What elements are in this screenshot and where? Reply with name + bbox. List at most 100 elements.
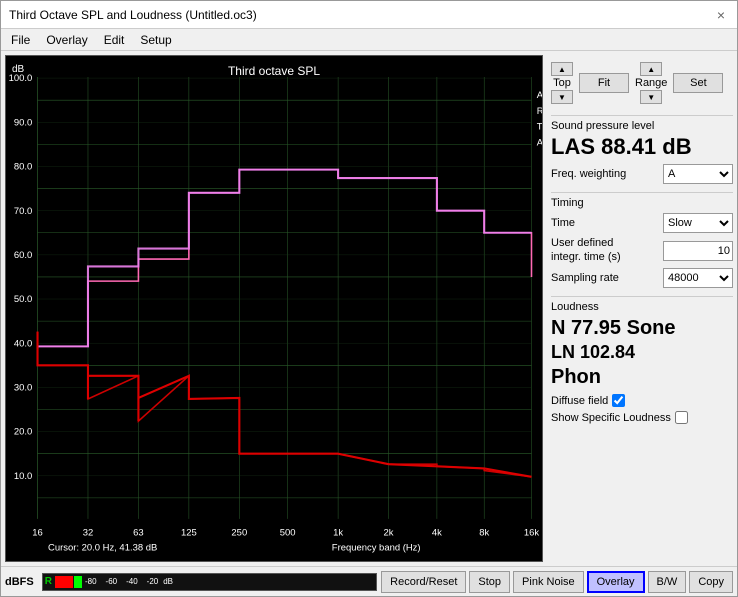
show-specific-row: Show Specific Loudness (551, 411, 733, 424)
chart-area: dB Third octave SPL (5, 55, 543, 562)
set-button[interactable]: Set (673, 73, 723, 93)
freq-weighting-select[interactable]: A B C Z (663, 164, 733, 184)
meter-red-segment (55, 576, 73, 588)
main-window: Third Octave SPL and Loudness (Untitled.… (0, 0, 738, 597)
svg-text:50.0: 50.0 (14, 294, 32, 305)
svg-text:125: 125 (181, 528, 197, 539)
svg-text:Cursor: 20.0 Hz, 41.38 dB: Cursor: 20.0 Hz, 41.38 dB (48, 542, 157, 553)
diffuse-field-row: Diffuse field (551, 394, 733, 407)
svg-text:250: 250 (231, 528, 247, 539)
svg-text:80.0: 80.0 (14, 162, 32, 173)
fit-button[interactable]: Fit (579, 73, 629, 93)
svg-text:32: 32 (83, 528, 94, 539)
range-down-button[interactable]: ▼ (640, 90, 662, 104)
stop-button[interactable]: Stop (469, 571, 510, 593)
close-button[interactable]: × (713, 7, 729, 23)
spl-value: LAS 88.41 dB (551, 134, 733, 160)
user-integr-row: User defined integr. time (s) (551, 237, 733, 263)
svg-text:8k: 8k (479, 528, 489, 539)
spl-section-label: Sound pressure level (551, 120, 733, 132)
svg-text:Frequency band (Hz): Frequency band (Hz) (332, 542, 421, 553)
top-down-button[interactable]: ▼ (551, 90, 573, 104)
freq-weighting-row: Freq. weighting A B C Z (551, 164, 733, 184)
svg-text:40.0: 40.0 (14, 338, 32, 349)
svg-text:2k: 2k (384, 528, 394, 539)
copy-button[interactable]: Copy (689, 571, 733, 593)
svg-text:4k: 4k (432, 528, 442, 539)
meter-tick-db: dB (163, 577, 173, 586)
freq-weighting-label: Freq. weighting (551, 168, 626, 180)
fit-nav-group: Fit (579, 59, 629, 107)
svg-text:90.0: 90.0 (14, 117, 32, 128)
time-select[interactable]: Slow Fast Impulse (663, 213, 733, 233)
show-specific-checkbox[interactable] (675, 411, 688, 424)
chart-inner: dB Third octave SPL (6, 56, 542, 561)
title-bar: Third Octave SPL and Loudness (Untitled.… (1, 1, 737, 29)
timing-section: Timing Time Slow Fast Impulse User defin… (551, 192, 733, 291)
range-up-button[interactable]: ▲ (640, 62, 662, 76)
svg-text:16: 16 (32, 528, 43, 539)
sidebar: ▲ Top ▼ Fit ▲ Range ▼ Set (547, 51, 737, 566)
svg-text:1k: 1k (333, 528, 343, 539)
svg-text:10.0: 10.0 (14, 471, 32, 482)
top-nav-group: ▲ Top ▼ (551, 62, 573, 104)
top-label: Top (553, 77, 571, 89)
r-channel-label: R (45, 576, 52, 587)
meter-tick-40: -40 (126, 577, 138, 586)
loudness-phon-label: Phon (551, 364, 733, 390)
main-content: dB Third octave SPL (1, 51, 737, 566)
diffuse-field-label: Diffuse field (551, 395, 608, 407)
loudness-ln-value: LN 102.84 (551, 341, 733, 364)
svg-text:R: R (537, 106, 542, 117)
show-specific-label: Show Specific Loudness (551, 412, 671, 424)
svg-text:60.0: 60.0 (14, 250, 32, 261)
range-nav-group: ▲ Range ▼ (635, 62, 667, 104)
menu-edit[interactable]: Edit (98, 31, 131, 49)
user-integr-label: User defined integr. time (s) (551, 237, 641, 263)
meter-tick-20: -20 (147, 577, 159, 586)
svg-text:63: 63 (133, 528, 144, 539)
svg-text:A: A (537, 137, 542, 148)
svg-text:A: A (537, 90, 542, 101)
spl-section: Sound pressure level LAS 88.41 dB Freq. … (551, 115, 733, 188)
top-up-button[interactable]: ▲ (551, 62, 573, 76)
chart-title: Third octave SPL (228, 64, 320, 78)
svg-text:70.0: 70.0 (14, 206, 32, 217)
timing-section-label: Timing (551, 197, 733, 209)
time-label: Time (551, 217, 575, 229)
sampling-select[interactable]: 48000 44100 96000 (663, 268, 733, 288)
record-reset-button[interactable]: Record/Reset (381, 571, 466, 593)
menu-setup[interactable]: Setup (134, 31, 177, 49)
sampling-row: Sampling rate 48000 44100 96000 (551, 268, 733, 288)
loudness-section: Loudness N 77.95 Sone LN 102.84 Phon Dif… (551, 296, 733, 428)
svg-text:30.0: 30.0 (14, 383, 32, 394)
pink-noise-button[interactable]: Pink Noise (513, 571, 584, 593)
svg-text:20.0: 20.0 (14, 427, 32, 438)
menu-file[interactable]: File (5, 31, 36, 49)
overlay-button[interactable]: Overlay (587, 571, 645, 593)
range-label: Range (635, 77, 667, 89)
user-integr-input[interactable] (663, 241, 733, 261)
meter-tick-60: -60 (106, 577, 118, 586)
nav-controls: ▲ Top ▼ Fit ▲ Range ▼ Set (551, 55, 733, 111)
svg-text:T: T (537, 122, 542, 133)
set-nav-group: Set (673, 59, 723, 107)
bw-button[interactable]: B/W (648, 571, 687, 593)
bottom-buttons: Record/Reset Stop Pink Noise Overlay B/W… (381, 571, 733, 593)
time-row: Time Slow Fast Impulse (551, 213, 733, 233)
dbfs-label: dBFS (5, 576, 34, 588)
bottom-bar: dBFS R -80 -60 -40 -20 dB Record/Reset S… (1, 566, 737, 596)
chart-db-label: dB (12, 64, 24, 75)
sampling-label: Sampling rate (551, 272, 619, 284)
level-meter: R -80 -60 -40 -20 dB (42, 573, 377, 591)
loudness-n-value: N 77.95 Sone (551, 315, 733, 341)
loudness-section-label: Loudness (551, 301, 733, 313)
menu-overlay[interactable]: Overlay (40, 31, 93, 49)
meter-tick-80: -80 (85, 577, 97, 586)
meter-green-segment (74, 576, 82, 588)
window-title: Third Octave SPL and Loudness (Untitled.… (9, 8, 257, 22)
svg-text:500: 500 (280, 528, 296, 539)
svg-text:16k: 16k (524, 528, 540, 539)
chart-svg: 100.0 90.0 80.0 70.0 60.0 50.0 40.0 30.0… (6, 56, 542, 561)
diffuse-field-checkbox[interactable] (612, 394, 625, 407)
